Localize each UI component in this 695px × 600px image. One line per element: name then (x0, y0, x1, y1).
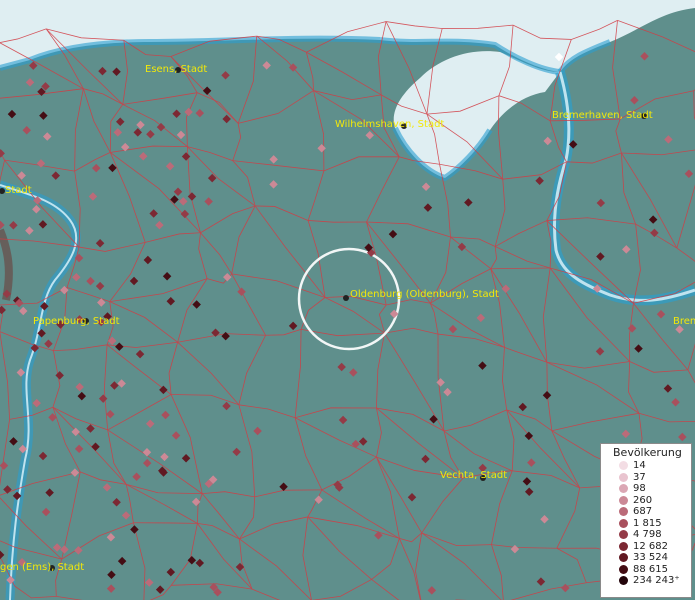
legend-row: 234 243⁺ (601, 575, 691, 587)
legend-label: 33 524 (633, 552, 668, 563)
legend-row: 260 (601, 495, 691, 507)
legend-row: 687 (601, 506, 691, 518)
city-label-bremen[interactable]: Bren (673, 316, 695, 327)
legend-row: 37 (601, 472, 691, 484)
city-dot[interactable] (343, 295, 349, 301)
legend-label: 687 (633, 506, 653, 517)
city-label-bremerhaven[interactable]: Bremerhaven, Stadt (552, 110, 653, 121)
legend-swatch (619, 564, 628, 574)
legend-swatch (619, 472, 628, 482)
legend-swatch (619, 530, 628, 540)
legend-label: 4 798 (633, 529, 662, 540)
city-label-vechta[interactable]: Vechta, Stadt (440, 470, 507, 481)
legend-row: 1 815 (601, 518, 691, 530)
legend-label: 12 682 (633, 540, 668, 552)
legend-swatch (619, 484, 628, 494)
legend-label: 1 815 (633, 517, 662, 529)
legend-title: Bevölkerung (613, 446, 682, 459)
city-label-wilhelmshaven[interactable]: Wilhelmshaven, Stadt (335, 119, 444, 130)
legend-swatch (619, 541, 628, 551)
legend-swatch (619, 507, 628, 517)
city-label-stadt-west[interactable]: Stadt (5, 185, 32, 196)
legend-label: 260 (633, 494, 653, 506)
legend-label: 88 615 (633, 563, 668, 575)
legend-label: 14 (633, 460, 646, 471)
legend-classes: 14 37 98 260 687 1 815 4 798 12 682 33 524 88 615… (601, 460, 691, 587)
city-label-oldenburg[interactable]: Oldenburg (Oldenburg), Stadt (350, 289, 499, 300)
legend-row: 4 798 (601, 529, 691, 541)
legend-row: 33 524 (601, 552, 691, 564)
legend-swatch (619, 495, 628, 505)
legend-swatch (619, 576, 628, 586)
legend-label: 234 243⁺ (633, 575, 680, 586)
legend-label: 98 (633, 483, 646, 494)
legend-swatch (619, 518, 628, 528)
map-canvas[interactable]: Esens, Stadt Wilhelmshaven, Stadt Bremer… (0, 0, 695, 600)
legend-row: 88 615 (601, 564, 691, 576)
population-legend: Bevölkerung 14 37 98 260 687 1 815 4 798 12 682… (600, 443, 692, 598)
legend-swatch (619, 553, 628, 563)
legend-row: 14 (601, 460, 691, 472)
legend-label: 37 (633, 471, 646, 483)
city-label-esens[interactable]: Esens, Stadt (145, 64, 207, 75)
city-label-lingen[interactable]: gen (Ems), Stadt (0, 562, 84, 573)
city-label-papenburg[interactable]: Papenburg, Stadt (33, 316, 120, 327)
legend-row: 12 682 (601, 541, 691, 553)
legend-swatch (619, 461, 628, 471)
legend-row: 98 (601, 483, 691, 495)
